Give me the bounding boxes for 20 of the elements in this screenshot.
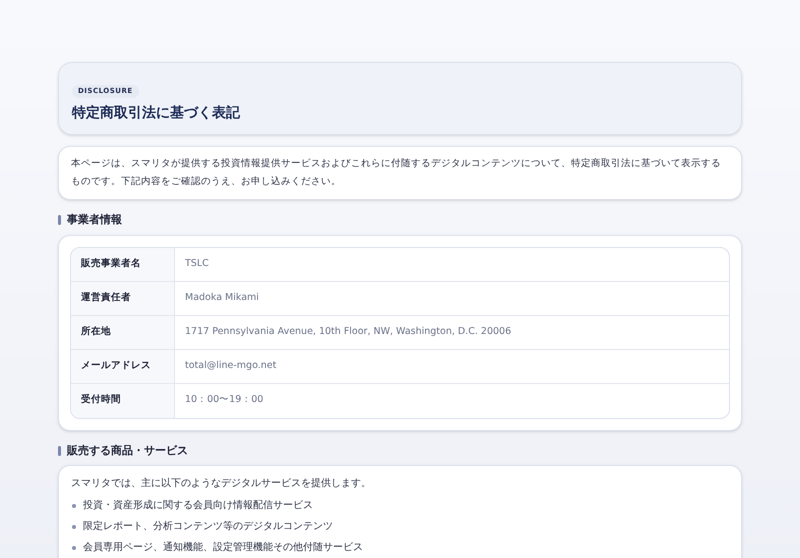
section-heading: 販売する商品・サービス bbox=[67, 442, 188, 458]
table-value-cell-text: 10：00〜19：00 bbox=[184, 393, 264, 408]
product-item: 限定レポート、分析コンテンツ等のデジタルコンテンツ bbox=[83, 520, 333, 534]
page-title: 特定商取引法に基づく表記 bbox=[72, 104, 241, 123]
product-item: 会員専用ページ、通知機能、設定管理機能その他付随サービス bbox=[83, 540, 363, 555]
table-value-cell-text: 1717 Pennsylvania Avenue, 10th Floor, NW, Washington, D.C. 20006 bbox=[184, 324, 512, 339]
table-label-cell: 運営責任者 bbox=[71, 282, 175, 314]
table-value-cell-text: Madoka Mikami bbox=[184, 290, 260, 305]
heading-marker bbox=[58, 446, 61, 456]
table-label-cell: メールアドレス bbox=[71, 350, 175, 382]
table-value-cell-text: TSLC bbox=[184, 256, 210, 271]
heading-marker bbox=[58, 215, 61, 226]
table-label-cell: 販売事業者名 bbox=[71, 248, 175, 280]
intro-text: 本ページは、スマリタが提供する投資情報提供サービスおよびこれらに付随するデジタルコンテンツについて、特定商取引法に基づいて表示するものです。下記内容をご確認のうえ、お申し込みください。 bbox=[71, 157, 722, 189]
products-lead: スマリタでは、主に以下のようなデジタルサービスを提供します。 bbox=[71, 476, 372, 491]
table-label-cell: 所在地 bbox=[71, 316, 175, 348]
section-heading: 事業者情報 bbox=[67, 212, 122, 228]
table-value-cell-text: total@line-mgo.net bbox=[184, 358, 278, 373]
product-item: 投資・資産形成に関する会員向け情報配信サービス bbox=[83, 498, 313, 513]
table-label-cell: 受付時間 bbox=[71, 384, 175, 418]
